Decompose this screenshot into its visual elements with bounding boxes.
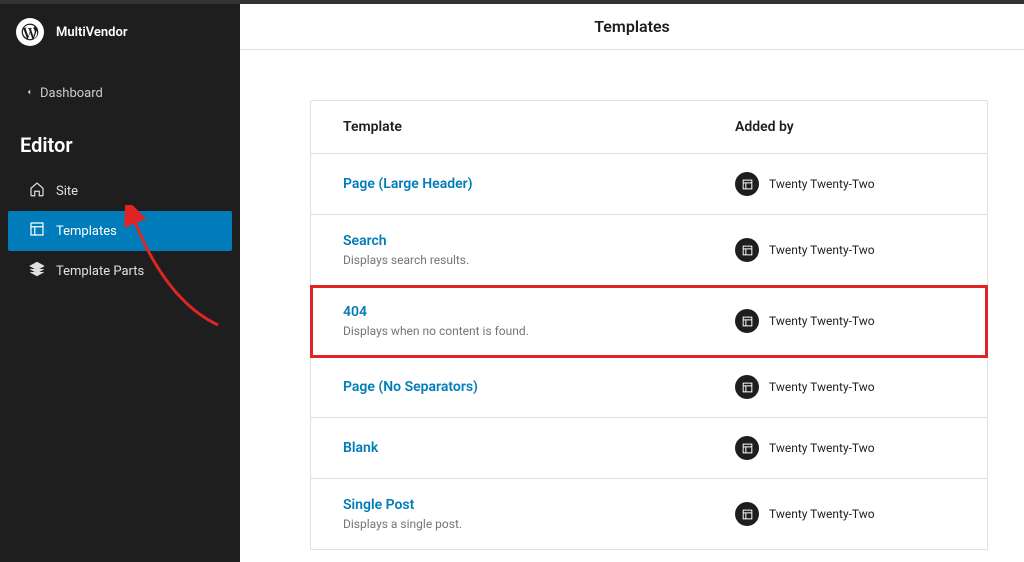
added-by-label: Twenty Twenty-Two [769,177,875,191]
sidebar-nav: Site Templates Template Parts [0,171,240,291]
added-by-label: Twenty Twenty-Two [769,314,875,328]
theme-icon [735,172,759,196]
sidebar-item-templates[interactable]: Templates [8,211,232,251]
back-label: Dashboard [40,86,103,101]
sidebar-item-site[interactable]: Site [8,171,232,211]
template-name-link[interactable]: Search [343,233,735,249]
wordpress-logo-icon[interactable] [16,18,44,46]
added-by-label: Twenty Twenty-Two [769,380,875,394]
added-by-label: Twenty Twenty-Two [769,441,875,455]
added-by-cell: Twenty Twenty-Two [735,309,955,333]
template-name-link[interactable]: Single Post [343,497,735,513]
theme-icon [735,502,759,526]
sidebar-item-label: Template Parts [56,264,144,279]
table-row-highlighted: 404 Displays when no content is found. T… [311,286,987,357]
template-description: Displays when no content is found. [343,324,735,338]
table-row: Page (Large Header) Twenty Twenty-Two [311,154,987,215]
back-to-dashboard-link[interactable]: Dashboard [0,76,240,111]
col-head-template: Template [343,119,735,135]
templates-table: Template Added by Page (Large Header) Tw… [310,100,988,550]
page-title: Templates [594,17,670,36]
template-name-link[interactable]: Page (Large Header) [343,176,735,192]
added-by-cell: Twenty Twenty-Two [735,375,955,399]
template-description: Displays search results. [343,253,735,267]
added-by-cell: Twenty Twenty-Two [735,502,955,526]
template-name-link[interactable]: Blank [343,440,735,456]
table-row: Search Displays search results. Twenty T… [311,215,987,286]
table-row: Blank Twenty Twenty-Two [311,418,987,479]
template-name-link[interactable]: 404 [343,304,735,320]
sidebar-item-template-parts[interactable]: Template Parts [8,251,232,291]
chevron-left-icon [24,86,34,101]
table-row: Page (No Separators) Twenty Twenty-Two [311,357,987,418]
main-header: Templates [240,0,1024,50]
added-by-label: Twenty Twenty-Two [769,243,875,257]
table-header-row: Template Added by [311,101,987,154]
template-name-link[interactable]: Page (No Separators) [343,379,735,395]
added-by-cell: Twenty Twenty-Two [735,436,955,460]
sidebar-section-title: Editor [0,111,240,171]
table-row: Single Post Displays a single post. Twen… [311,479,987,549]
theme-icon [735,309,759,333]
home-icon [28,180,46,202]
layers-icon [28,260,46,282]
added-by-cell: Twenty Twenty-Two [735,172,955,196]
template-description: Displays a single post. [343,517,735,531]
layout-icon [28,220,46,242]
sidebar-item-label: Templates [56,224,117,239]
main-area: Templates Template Added by Page (Large … [240,0,1024,562]
theme-icon [735,238,759,262]
editor-sidebar: MultiVendor Dashboard Editor Site Templa… [0,0,240,562]
site-name: MultiVendor [56,25,128,40]
sidebar-item-label: Site [56,184,78,199]
content: Template Added by Page (Large Header) Tw… [240,50,1024,562]
theme-icon [735,436,759,460]
col-head-added-by: Added by [735,119,955,135]
added-by-cell: Twenty Twenty-Two [735,238,955,262]
sidebar-header: MultiVendor [0,0,240,60]
theme-icon [735,375,759,399]
added-by-label: Twenty Twenty-Two [769,507,875,521]
